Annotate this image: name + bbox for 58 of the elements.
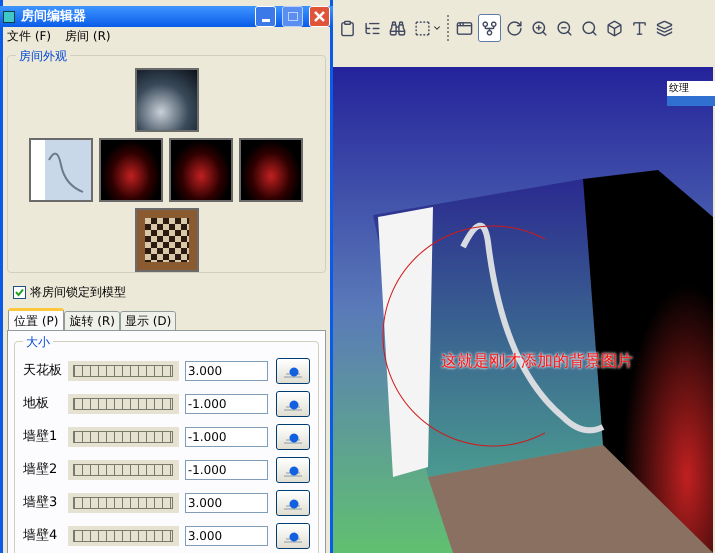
- checkbox[interactable]: [13, 286, 26, 298]
- tab[interactable]: 显示 (D): [120, 311, 176, 330]
- pick-button[interactable]: [276, 358, 310, 384]
- node-icon: [481, 20, 498, 36]
- thumbwheel-control[interactable]: [68, 394, 179, 414]
- group-title: 房间外观: [16, 47, 70, 65]
- clipboard-icon: [339, 20, 356, 36]
- pick-button[interactable]: [276, 523, 310, 549]
- box-icon: [606, 20, 623, 36]
- tab[interactable]: 位置 (P): [8, 308, 64, 330]
- thumbwheel-control[interactable]: [68, 427, 179, 447]
- glow-texture-tile[interactable]: [169, 138, 233, 202]
- glow-texture-tile[interactable]: [239, 138, 303, 202]
- dashed-rectangle-icon: [414, 20, 431, 36]
- size-label: 墙壁1: [23, 428, 58, 446]
- texture-label: 纹理: [667, 81, 715, 106]
- pick-button[interactable]: [276, 490, 310, 516]
- menu-item[interactable]: 房间 (R): [65, 27, 111, 45]
- thumbwheel-control[interactable]: [68, 361, 179, 381]
- window-title: 房间编辑器: [21, 8, 87, 26]
- value-field[interactable]: 3.000: [184, 361, 268, 381]
- menu-item[interactable]: 文件 (F): [7, 27, 52, 45]
- wave-texture-tile[interactable]: [29, 138, 93, 202]
- value-field[interactable]: -1.000: [184, 460, 268, 480]
- close-icon: [314, 11, 325, 22]
- value-field[interactable]: 3.000: [184, 493, 268, 513]
- zoom-window-icon: [581, 20, 598, 36]
- zoom-out-icon: [556, 20, 573, 36]
- sky-texture-tile[interactable]: [134, 68, 198, 132]
- text-box-icon: [631, 20, 648, 36]
- value-field[interactable]: 3.000: [184, 526, 268, 546]
- tab[interactable]: 旋转 (R): [64, 311, 120, 330]
- toolbar-button[interactable]: [478, 14, 501, 42]
- chessboard-texture-tile[interactable]: [134, 208, 198, 272]
- pick-button[interactable]: [276, 391, 310, 417]
- cube-icon: [3, 10, 15, 22]
- size-label: 天花板: [23, 362, 63, 380]
- value-field[interactable]: -1.000: [184, 427, 268, 447]
- group-title: 大小: [23, 333, 53, 351]
- value-field[interactable]: -1.000: [184, 394, 268, 414]
- size-label: 墙壁4: [23, 527, 58, 546]
- size-label: 墙壁3: [23, 494, 58, 512]
- pick-button[interactable]: [276, 424, 310, 450]
- checkbox-label: 将房间锁定到模型: [30, 284, 126, 301]
- close-button[interactable]: [309, 6, 330, 27]
- minimize-button[interactable]: [255, 6, 276, 27]
- pick-button[interactable]: [276, 457, 310, 483]
- thumbwheel-control[interactable]: [68, 493, 179, 513]
- size-label: 地板: [23, 395, 50, 414]
- glow-texture-tile[interactable]: [99, 138, 163, 202]
- zoom-in-icon: [531, 20, 548, 36]
- size-label: 墙壁2: [23, 461, 58, 480]
- rotate-icon: [506, 20, 523, 36]
- thumbwheel-control[interactable]: [68, 460, 179, 480]
- binoculars-icon: [389, 20, 406, 36]
- window-icon: [456, 20, 473, 36]
- layers-icon: [656, 20, 673, 36]
- thumbwheel-control[interactable]: [68, 526, 179, 546]
